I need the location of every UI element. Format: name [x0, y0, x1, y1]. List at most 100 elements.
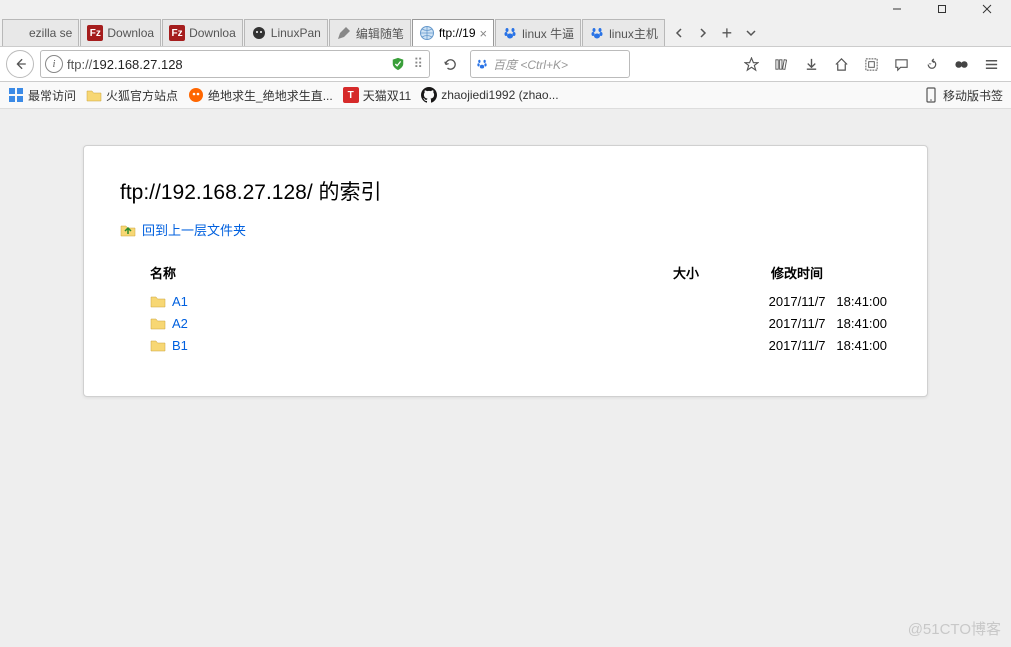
cell-modified: 2017/11/7 18:41:00	[703, 334, 891, 356]
folder-link[interactable]: A2	[172, 316, 188, 331]
site-info-icon[interactable]: i	[45, 55, 63, 73]
baidu-icon	[475, 57, 489, 71]
new-tab-button[interactable]: +	[718, 24, 736, 42]
bookmark-pubg[interactable]: 绝地求生_绝地求生直...	[188, 87, 333, 104]
column-header-modified: 修改时间	[703, 259, 891, 290]
bookmark-label: 绝地求生_绝地求生直...	[208, 87, 333, 104]
window-titlebar	[0, 0, 1011, 18]
table-row: A2 2017/11/7 18:41:00	[120, 312, 891, 334]
mobile-icon	[923, 87, 939, 103]
bookmark-label: zhaojiedi1992 (zhao...	[441, 88, 558, 102]
grid-icon	[8, 87, 24, 103]
address-bar[interactable]: i ftp://192.168.27.128 ⠿	[40, 50, 430, 78]
globe-icon	[419, 25, 435, 41]
window-close-button[interactable]	[964, 1, 1009, 17]
tab-2[interactable]: Fz Downloa	[162, 19, 243, 46]
tab-label: linux主机	[609, 25, 658, 42]
table-row: B1 2017/11/7 18:41:00	[120, 334, 891, 356]
bookmark-most-visited[interactable]: 最常访问	[8, 87, 76, 104]
tab-6[interactable]: linux 牛逼	[495, 19, 581, 46]
tab-scroll-right-button[interactable]	[694, 24, 712, 42]
up-link-text[interactable]: 回到上一层文件夹	[142, 220, 246, 239]
tab-label: ezilla se	[29, 26, 72, 40]
folder-link[interactable]: A1	[172, 294, 188, 309]
ftp-index-card: ftp://192.168.27.128/ 的索引 回到上一层文件夹 名称 大小…	[83, 145, 928, 397]
tab-label: Downloa	[107, 26, 154, 40]
generic-icon	[9, 25, 25, 41]
folder-icon	[150, 293, 166, 309]
close-icon[interactable]: ×	[480, 26, 488, 41]
back-button[interactable]	[6, 50, 34, 78]
baidu-icon	[589, 25, 605, 41]
bookmark-firefox-official[interactable]: 火狐官方站点	[86, 87, 178, 104]
tracking-shield-icon[interactable]	[391, 57, 405, 71]
search-bar[interactable]: 百度 <Ctrl+K>	[470, 50, 630, 78]
navigation-bar: i ftp://192.168.27.128 ⠿ 百度 <Ctrl+K>	[0, 46, 1011, 82]
tmall-icon: T	[343, 87, 359, 103]
chat-button[interactable]	[887, 51, 915, 77]
cell-size	[605, 312, 703, 334]
screenshot-button[interactable]	[857, 51, 885, 77]
bookmark-tmall[interactable]: T天猫双11	[343, 87, 411, 104]
up-folder-icon	[120, 222, 136, 238]
window-minimize-button[interactable]	[874, 1, 919, 17]
cell-modified: 2017/11/7 18:41:00	[703, 290, 891, 312]
tab-label: ftp://19	[439, 26, 476, 40]
search-placeholder: 百度 <Ctrl+K>	[493, 56, 568, 73]
tab-label: linux 牛逼	[522, 25, 574, 42]
folder-link[interactable]: B1	[172, 338, 188, 353]
linux-icon	[251, 25, 267, 41]
toolbar-right	[737, 51, 1005, 77]
tab-3[interactable]: LinuxPan	[244, 19, 328, 46]
tab-1[interactable]: Fz Downloa	[80, 19, 161, 46]
tab-0[interactable]: ezilla se	[2, 19, 79, 46]
up-directory-link[interactable]: 回到上一层文件夹	[120, 220, 891, 239]
reader-button[interactable]	[947, 51, 975, 77]
tab-7[interactable]: linux主机	[582, 19, 665, 46]
folder-icon	[86, 87, 102, 103]
folder-icon	[150, 337, 166, 353]
tab-strip: ezilla se Fz Downloa Fz Downloa LinuxPan 编…	[0, 18, 1011, 46]
bookmark-label: 移动版书签	[943, 87, 1003, 104]
tab-label: Downloa	[189, 26, 236, 40]
url-host: 192.168.27.128	[92, 57, 182, 72]
home-button[interactable]	[827, 51, 855, 77]
folder-icon	[150, 315, 166, 331]
page-title: ftp://192.168.27.128/ 的索引	[120, 176, 891, 206]
directory-listing: 名称 大小 修改时间 A1 2017/11/7 18:41:00 A2 2017…	[120, 259, 891, 356]
tab-tools: +	[666, 20, 764, 46]
downloads-button[interactable]	[797, 51, 825, 77]
filezilla-icon: Fz	[87, 25, 103, 41]
cell-modified: 2017/11/7 18:41:00	[703, 312, 891, 334]
bookmark-label: 火狐官方站点	[106, 87, 178, 104]
bookmark-star-button[interactable]	[737, 51, 765, 77]
bookmark-github-user[interactable]: zhaojiedi1992 (zhao...	[421, 87, 558, 103]
tab-label: LinuxPan	[271, 26, 321, 40]
tab-5-active[interactable]: ftp://19 ×	[412, 19, 494, 46]
url-text: ftp://192.168.27.128	[67, 57, 387, 72]
watermark-text: @51CTO博客	[908, 618, 1001, 639]
window-maximize-button[interactable]	[919, 1, 964, 17]
cell-size	[605, 334, 703, 356]
bookmark-mobile[interactable]: 移动版书签	[923, 87, 1003, 104]
filezilla-icon: Fz	[169, 25, 185, 41]
undo-menu-button[interactable]	[917, 51, 945, 77]
library-button[interactable]	[767, 51, 795, 77]
tab-scroll-left-button[interactable]	[670, 24, 688, 42]
bookmark-label: 天猫双11	[363, 87, 411, 104]
column-header-size: 大小	[605, 259, 703, 290]
douyu-icon	[188, 87, 204, 103]
bookmarks-bar: 最常访问 火狐官方站点 绝地求生_绝地求生直... T天猫双11 zhaojie…	[0, 82, 1011, 109]
reload-button[interactable]	[436, 51, 464, 77]
tab-list-dropdown[interactable]	[742, 24, 760, 42]
tab-4[interactable]: 编辑随笔	[329, 19, 411, 46]
menu-button[interactable]	[977, 51, 1005, 77]
tab-label: 编辑随笔	[356, 25, 404, 42]
github-icon	[421, 87, 437, 103]
bookmark-label: 最常访问	[28, 87, 76, 104]
qr-icon[interactable]: ⠿	[413, 56, 421, 72]
cell-size	[605, 290, 703, 312]
table-row: A1 2017/11/7 18:41:00	[120, 290, 891, 312]
baidu-icon	[502, 25, 518, 41]
column-header-name: 名称	[120, 259, 605, 290]
